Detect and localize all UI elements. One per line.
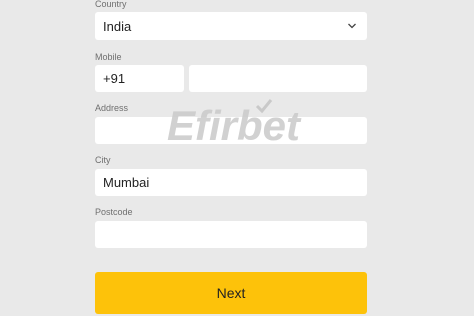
country-label: Country (95, 0, 127, 9)
registration-form: Country India Mobile +91 Address City Mu… (0, 0, 474, 316)
postcode-field[interactable] (95, 221, 367, 248)
mobile-code-value: +91 (103, 71, 126, 86)
mobile-label: Mobile (95, 52, 122, 62)
mobile-code-field[interactable]: +91 (95, 65, 184, 92)
country-select[interactable]: India (95, 12, 367, 40)
city-value: Mumbai (103, 175, 150, 190)
city-label: City (95, 155, 111, 165)
country-value: India (103, 18, 132, 34)
address-field[interactable] (95, 117, 367, 144)
postcode-label: Postcode (95, 207, 133, 217)
next-button[interactable]: Next (95, 272, 367, 314)
chevron-down-icon (348, 23, 356, 29)
city-field[interactable]: Mumbai (95, 169, 367, 196)
address-label: Address (95, 103, 129, 113)
mobile-number-field[interactable] (189, 65, 367, 92)
checkmark-icon (255, 99, 273, 114)
